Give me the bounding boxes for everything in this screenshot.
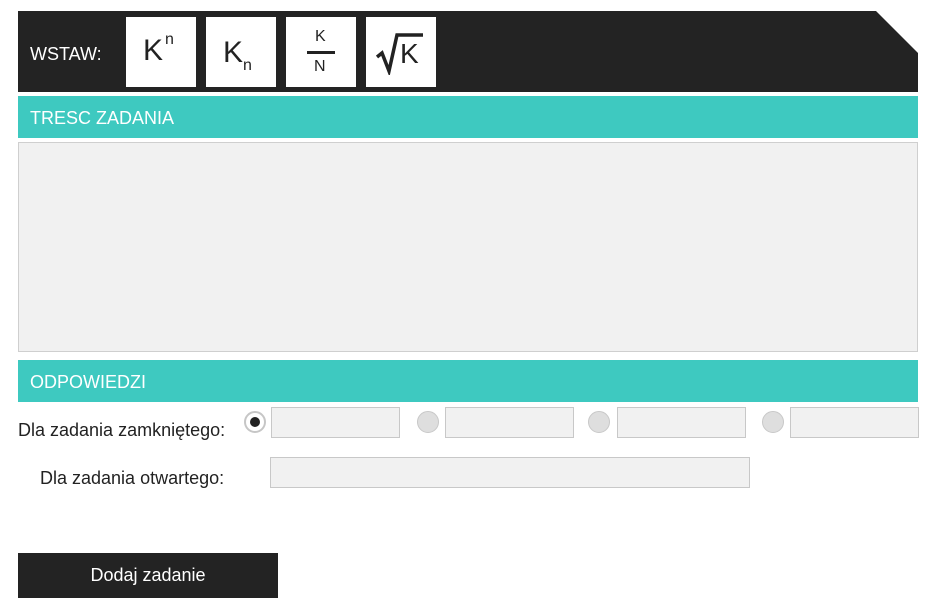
subscript-index: n xyxy=(243,57,252,74)
fraction-numerator: K xyxy=(315,28,326,45)
insert-subscript-button[interactable]: K n xyxy=(206,17,276,87)
closed-answer-4-input[interactable] xyxy=(790,407,919,438)
task-content-header: TRESC ZADANIA xyxy=(18,96,918,138)
superscript-exponent: n xyxy=(165,31,174,48)
open-task-label: Dla zadania otwartego: xyxy=(40,468,225,488)
sqrt-radicand: K xyxy=(400,38,419,69)
closed-answer-2-input[interactable] xyxy=(445,407,574,438)
open-answer-input[interactable] xyxy=(270,457,750,488)
insert-sqrt-button[interactable]: K xyxy=(366,17,436,87)
closed-answer-3-radio[interactable] xyxy=(588,411,610,433)
task-content-textarea[interactable] xyxy=(18,142,918,352)
add-task-button[interactable]: Dodaj zadanie xyxy=(18,553,278,598)
fraction-denominator: N xyxy=(314,58,326,75)
closed-answer-1-radio[interactable] xyxy=(244,411,266,433)
insert-superscript-button[interactable]: K n xyxy=(126,17,196,87)
closed-answer-1-input[interactable] xyxy=(271,407,400,438)
closed-answer-2-radio[interactable] xyxy=(417,411,439,433)
closed-answer-4-radio[interactable] xyxy=(762,411,784,433)
answers-header: ODPOWIEDZI xyxy=(18,360,918,402)
closed-answer-3-input[interactable] xyxy=(617,407,746,438)
subscript-base: K xyxy=(223,36,244,69)
task-content-title: TRESC ZADANIA xyxy=(30,108,175,128)
superscript-base: K xyxy=(143,34,164,67)
insert-fraction-button[interactable]: K N xyxy=(286,17,356,87)
answers-title: ODPOWIEDZI xyxy=(30,372,146,392)
fraction-bar xyxy=(307,51,335,54)
insert-label: WSTAW: xyxy=(30,44,102,64)
insert-toolbar: WSTAW: K n K n K N K xyxy=(18,11,918,92)
closed-task-label: Dla zadania zamkniętego: xyxy=(18,420,226,440)
